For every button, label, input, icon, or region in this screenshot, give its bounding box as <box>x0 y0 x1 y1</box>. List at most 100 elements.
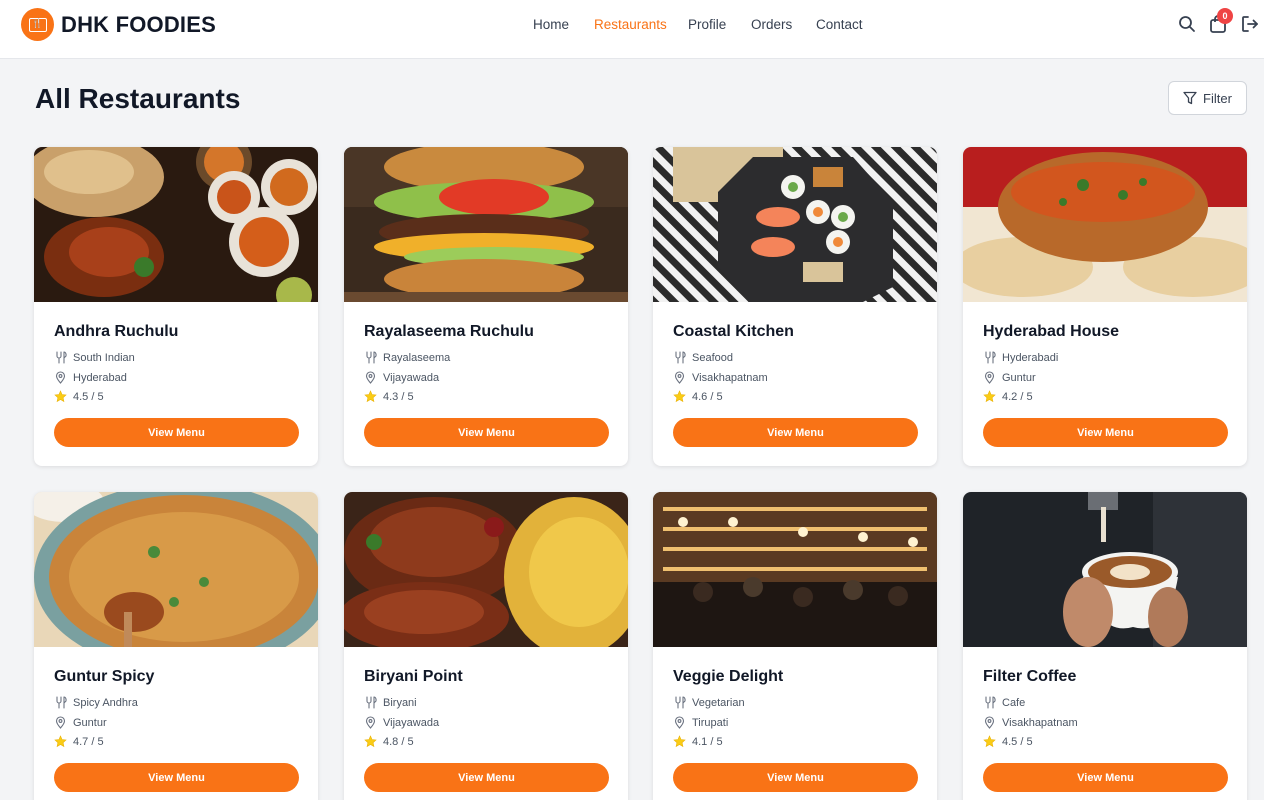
star-icon <box>983 735 996 748</box>
restaurant-name: Guntur Spicy <box>54 668 155 685</box>
rating-text: 4.7 / 5 <box>73 735 104 748</box>
rating-text: 4.8 / 5 <box>383 735 414 748</box>
restaurant-card: Filter Coffee Cafe Visakhapatnam 4.5 / 5… <box>963 492 1247 800</box>
location-row: Guntur <box>983 371 1036 384</box>
nav-contact[interactable]: Contact <box>816 17 863 32</box>
star-icon <box>364 390 377 403</box>
nav-orders[interactable]: Orders <box>751 17 792 32</box>
location-row: Tirupati <box>673 716 728 729</box>
utensils-icon <box>675 351 686 364</box>
view-menu-button[interactable]: View Menu <box>983 763 1228 792</box>
top-navbar: 🍴 DHK FOODIES Home Restaurants Profile O… <box>0 0 1264 59</box>
restaurant-image <box>344 147 628 302</box>
view-menu-button[interactable]: View Menu <box>364 763 609 792</box>
restaurant-name: Andhra Ruchulu <box>54 323 179 340</box>
location-row: Vijayawada <box>364 716 439 729</box>
filter-icon <box>1183 91 1197 105</box>
cuisine-text: Seafood <box>692 351 733 364</box>
city-text: Tirupati <box>692 716 729 729</box>
cuisine-row: Vegetarian <box>673 696 745 709</box>
utensils-icon <box>56 351 67 364</box>
map-pin-icon <box>984 716 995 729</box>
location-row: Guntur <box>54 716 107 729</box>
map-pin-icon <box>674 371 685 384</box>
cart-count-badge: 0 <box>1217 8 1233 24</box>
rating-text: 4.6 / 5 <box>692 390 723 403</box>
city-text: Guntur <box>73 716 107 729</box>
nav-restaurants[interactable]: Restaurants <box>594 17 667 32</box>
filter-button[interactable]: Filter <box>1168 81 1247 115</box>
cuisine-text: Spicy Andhra <box>73 696 138 709</box>
restaurant-image <box>34 147 318 302</box>
location-row: Visakhapatnam <box>983 716 1078 729</box>
city-text: Vijayawada <box>383 371 440 384</box>
restaurant-image <box>344 492 628 647</box>
restaurant-name: Biryani Point <box>364 668 463 685</box>
star-icon <box>673 735 686 748</box>
restaurant-image <box>653 492 937 647</box>
filter-label: Filter <box>1203 90 1232 106</box>
map-pin-icon <box>984 371 995 384</box>
rating-text: 4.5 / 5 <box>73 390 104 403</box>
view-menu-button[interactable]: View Menu <box>673 763 918 792</box>
star-icon <box>364 735 377 748</box>
rating-row: 4.3 / 5 <box>364 390 414 403</box>
restaurant-image <box>963 147 1247 302</box>
utensils-icon <box>56 696 67 709</box>
restaurant-name: Veggie Delight <box>673 668 784 685</box>
cuisine-row: Cafe <box>983 696 1025 709</box>
star-icon <box>983 390 996 403</box>
star-icon <box>54 390 67 403</box>
utensils-icon <box>366 696 377 709</box>
rating-row: 4.7 / 5 <box>54 735 104 748</box>
view-menu-button[interactable]: View Menu <box>54 418 299 447</box>
city-text: Guntur <box>1002 371 1036 384</box>
star-icon <box>673 390 686 403</box>
nav-home[interactable]: Home <box>533 17 569 32</box>
map-pin-icon <box>674 716 685 729</box>
rating-text: 4.2 / 5 <box>1002 390 1033 403</box>
cuisine-row: Biryani <box>364 696 417 709</box>
restaurant-name: Hyderabad House <box>983 323 1120 340</box>
logout-icon[interactable] <box>1240 14 1260 34</box>
rating-row: 4.2 / 5 <box>983 390 1033 403</box>
restaurant-image <box>963 492 1247 647</box>
nav-profile[interactable]: Profile <box>688 17 726 32</box>
view-menu-button[interactable]: View Menu <box>54 763 299 792</box>
cuisine-row: Hyderabadi <box>983 351 1058 364</box>
view-menu-button[interactable]: View Menu <box>673 418 918 447</box>
restaurant-card: Guntur Spicy Spicy Andhra Guntur 4.7 / 5… <box>34 492 318 800</box>
main-nav: Home Restaurants Profile Orders Contact <box>0 17 1264 33</box>
restaurant-card: Rayalaseema Ruchulu Rayalaseema Vijayawa… <box>344 147 628 466</box>
restaurant-card: Hyderabad House Hyderabadi Guntur 4.2 / … <box>963 147 1247 466</box>
search-icon[interactable] <box>1177 14 1197 34</box>
cuisine-row: Spicy Andhra <box>54 696 138 709</box>
utensils-icon <box>985 351 996 364</box>
cuisine-text: South Indian <box>73 351 135 364</box>
view-menu-button[interactable]: View Menu <box>364 418 609 447</box>
restaurant-card: Coastal Kitchen Seafood Visakhapatnam 4.… <box>653 147 937 466</box>
rating-text: 4.1 / 5 <box>692 735 723 748</box>
cuisine-text: Cafe <box>1002 696 1026 709</box>
utensils-icon <box>675 696 686 709</box>
cuisine-text: Vegetarian <box>692 696 745 709</box>
map-pin-icon <box>365 371 376 384</box>
rating-text: 4.5 / 5 <box>1002 735 1033 748</box>
view-menu-button[interactable]: View Menu <box>983 418 1228 447</box>
restaurant-name: Coastal Kitchen <box>673 323 794 340</box>
city-text: Visakhapatnam <box>692 371 768 384</box>
city-text: Visakhapatnam <box>1002 716 1078 729</box>
rating-text: 4.3 / 5 <box>383 390 414 403</box>
cuisine-row: Rayalaseema <box>364 351 450 364</box>
cuisine-row: Seafood <box>673 351 733 364</box>
utensils-icon <box>366 351 377 364</box>
rating-row: 4.8 / 5 <box>364 735 414 748</box>
map-pin-icon <box>55 716 66 729</box>
restaurant-card: Andhra Ruchulu South Indian Hyderabad 4.… <box>34 147 318 466</box>
page-title: All Restaurants <box>35 83 241 114</box>
rating-row: 4.6 / 5 <box>673 390 723 403</box>
rating-row: 4.5 / 5 <box>54 390 104 403</box>
cuisine-text: Biryani <box>383 696 417 709</box>
location-row: Visakhapatnam <box>673 371 768 384</box>
city-text: Hyderabad <box>73 371 127 384</box>
